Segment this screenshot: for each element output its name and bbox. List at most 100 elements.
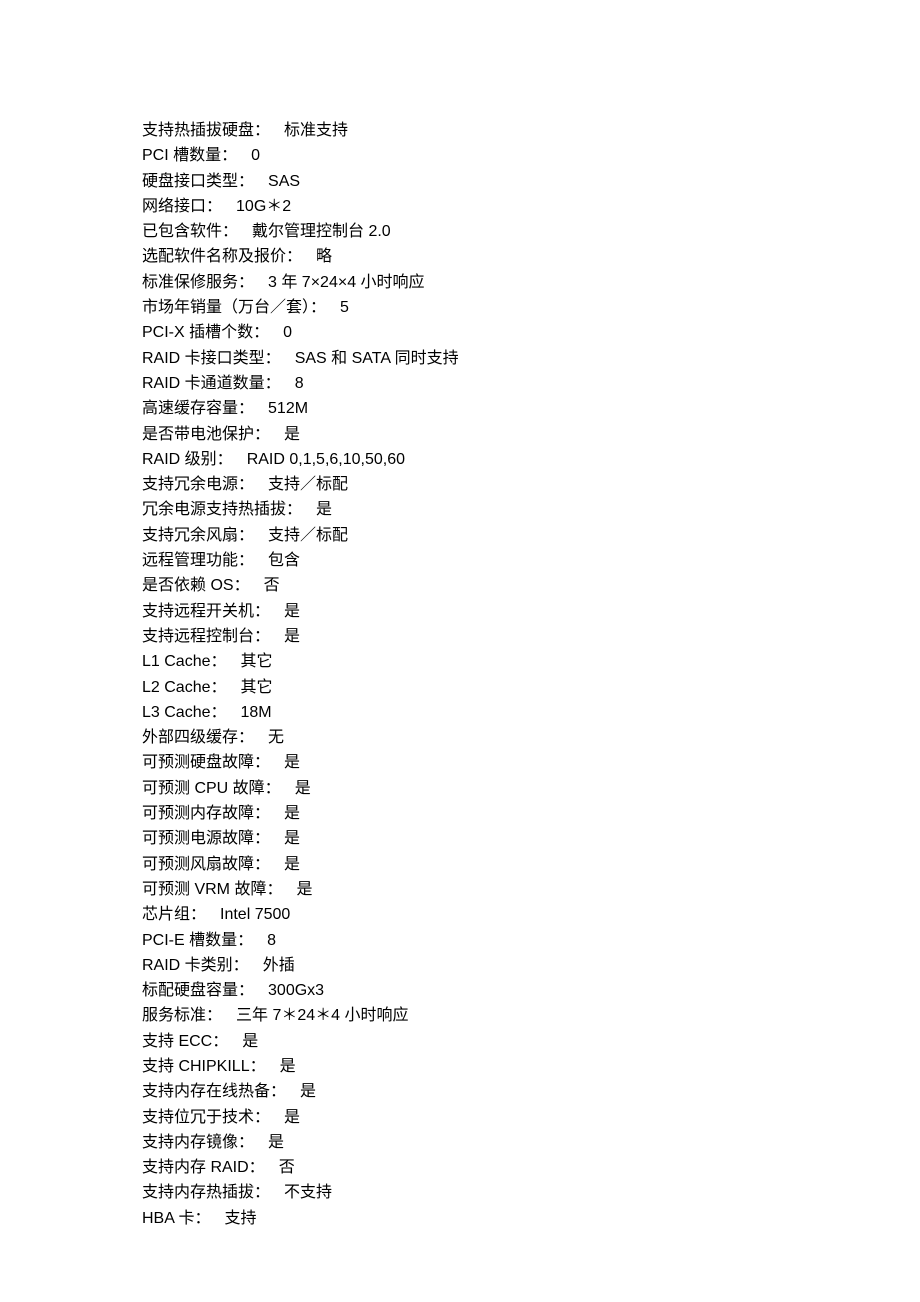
spec-value: 是 xyxy=(242,1033,258,1050)
spec-row: 选配软件名称及报价： 略 xyxy=(142,244,778,269)
spec-value: 是 xyxy=(284,628,300,645)
spec-value: 512M xyxy=(268,400,308,417)
spec-value: 10G＊2 xyxy=(236,198,291,215)
spec-label: 冗余电源支持热插拔： xyxy=(142,501,302,518)
spec-label: L3 Cache： xyxy=(142,704,227,721)
spec-value: 不支持 xyxy=(284,1184,332,1201)
spec-row: 市场年销量（万台／套）：5 xyxy=(142,295,778,320)
spec-value: 8 xyxy=(295,375,304,392)
spec-row: RAID 卡接口类型：SAS 和 SATA 同时支持 xyxy=(142,346,778,371)
spec-value: 支持／标配 xyxy=(268,476,348,493)
spec-label: 支持远程控制台： xyxy=(142,628,270,645)
spec-row: 支持 CHIPKILL： 是 xyxy=(142,1054,778,1079)
spec-row: 标准保修服务：3 年 7×24×4 小时响应 xyxy=(142,270,778,295)
spec-row: PCI 槽数量： 0 xyxy=(142,143,778,168)
spec-label: 支持冗余风扇： xyxy=(142,527,254,544)
spec-row: 支持远程控制台： 是 xyxy=(142,624,778,649)
spec-value: 三年 7＊24＊4 小时响应 xyxy=(236,1007,409,1024)
spec-row: 支持内存在线热备： 是 xyxy=(142,1079,778,1104)
spec-value: 标准支持 xyxy=(284,122,348,139)
spec-label: 可预测内存故障： xyxy=(142,805,270,822)
spec-label: 标配硬盘容量： xyxy=(142,982,254,999)
spec-value: 戴尔管理控制台 2.0 xyxy=(252,223,391,240)
spec-value: RAID 0,1,5,6,10,50,60 xyxy=(247,451,405,468)
spec-value: 是 xyxy=(316,501,332,518)
spec-value: 是 xyxy=(284,754,300,771)
spec-label: 支持位冗于技术： xyxy=(142,1109,270,1126)
spec-label: 支持冗余电源： xyxy=(142,476,254,493)
spec-value: SAS 和 SATA 同时支持 xyxy=(295,350,459,367)
spec-row: 可预测硬盘故障： 是 xyxy=(142,750,778,775)
spec-label: 可预测 CPU 故障： xyxy=(142,780,281,797)
spec-value: 是 xyxy=(300,1083,316,1100)
spec-label: HBA 卡： xyxy=(142,1210,210,1227)
spec-value: 3 年 7×24×4 小时响应 xyxy=(268,274,425,291)
spec-value: 0 xyxy=(251,147,260,164)
spec-label: 支持内存在线热备： xyxy=(142,1083,286,1100)
spec-value: Intel 7500 xyxy=(220,906,290,923)
spec-value: 是 xyxy=(284,1109,300,1126)
spec-row: 硬盘接口类型：SAS xyxy=(142,169,778,194)
spec-row: L3 Cache： 18M xyxy=(142,700,778,725)
spec-value: 支持／标配 xyxy=(268,527,348,544)
spec-label: 已包含软件： xyxy=(142,223,238,240)
spec-value: 18M xyxy=(241,704,272,721)
spec-value: 是 xyxy=(284,805,300,822)
spec-row: 远程管理功能：包含 xyxy=(142,548,778,573)
spec-label: 支持内存 RAID： xyxy=(142,1159,265,1176)
spec-value: 略 xyxy=(316,248,332,265)
spec-label: 可预测风扇故障： xyxy=(142,856,270,873)
spec-row: 是否带电池保护：是 xyxy=(142,422,778,447)
spec-value: 无 xyxy=(268,729,284,746)
spec-label: L1 Cache： xyxy=(142,653,227,670)
spec-row: L2 Cache：其它 xyxy=(142,675,778,700)
spec-value: 是 xyxy=(280,1058,296,1075)
spec-row: 可预测风扇故障：是 xyxy=(142,852,778,877)
spec-row: 支持内存 RAID： 否 xyxy=(142,1155,778,1180)
spec-row: 支持冗余风扇： 支持／标配 xyxy=(142,523,778,548)
spec-row: 是否依赖 OS： 否 xyxy=(142,573,778,598)
spec-label: 是否带电池保护： xyxy=(142,426,270,443)
spec-row: RAID 级别：RAID 0,1,5,6,10,50,60 xyxy=(142,447,778,472)
spec-row: 外部四级缓存：无 xyxy=(142,725,778,750)
spec-row: RAID 卡通道数量： 8 xyxy=(142,371,778,396)
spec-row: 高速缓存容量：512M xyxy=(142,396,778,421)
spec-label: 支持 CHIPKILL： xyxy=(142,1058,266,1075)
spec-label: PCI-E 槽数量： xyxy=(142,932,253,949)
spec-value: 300Gx3 xyxy=(268,982,324,999)
spec-label: PCI-X 插槽个数： xyxy=(142,324,269,341)
spec-row: 可预测 VRM 故障：是 xyxy=(142,877,778,902)
spec-label: RAID 卡通道数量： xyxy=(142,375,281,392)
spec-label: 可预测 VRM 故障： xyxy=(142,881,282,898)
spec-value: 是 xyxy=(295,780,311,797)
spec-row: 可预测 CPU 故障： 是 xyxy=(142,776,778,801)
spec-value: 否 xyxy=(279,1159,295,1176)
spec-row: 芯片组： Intel 7500 xyxy=(142,902,778,927)
spec-label: 可预测硬盘故障： xyxy=(142,754,270,771)
spec-value: 支持 xyxy=(224,1210,256,1227)
spec-label: 支持 ECC： xyxy=(142,1033,228,1050)
spec-label: 是否依赖 OS： xyxy=(142,577,250,594)
spec-value: 是 xyxy=(268,1134,284,1151)
spec-label: 支持内存热插拔： xyxy=(142,1184,270,1201)
spec-value: SAS xyxy=(268,173,300,190)
spec-row: 服务标准： 三年 7＊24＊4 小时响应 xyxy=(142,1003,778,1028)
spec-row: HBA 卡： 支持 xyxy=(142,1206,778,1231)
spec-row: 支持远程开关机：是 xyxy=(142,599,778,624)
spec-row: 网络接口： 10G＊2 xyxy=(142,194,778,219)
spec-label: 芯片组： xyxy=(142,906,206,923)
spec-value: 5 xyxy=(340,299,349,316)
spec-label: 可预测电源故障： xyxy=(142,830,270,847)
spec-row: 支持 ECC： 是 xyxy=(142,1029,778,1054)
spec-value: 其它 xyxy=(241,679,273,696)
spec-value: 否 xyxy=(264,577,280,594)
spec-label: 支持内存镜像： xyxy=(142,1134,254,1151)
spec-label: 网络接口： xyxy=(142,198,222,215)
spec-row: 支持位冗于技术： 是 xyxy=(142,1105,778,1130)
spec-label: 服务标准： xyxy=(142,1007,222,1024)
spec-label: PCI 槽数量： xyxy=(142,147,237,164)
spec-row: 可预测内存故障： 是 xyxy=(142,801,778,826)
spec-row: PCI-X 插槽个数：0 xyxy=(142,320,778,345)
spec-label: 选配软件名称及报价： xyxy=(142,248,302,265)
spec-label: RAID 卡类别： xyxy=(142,957,249,974)
